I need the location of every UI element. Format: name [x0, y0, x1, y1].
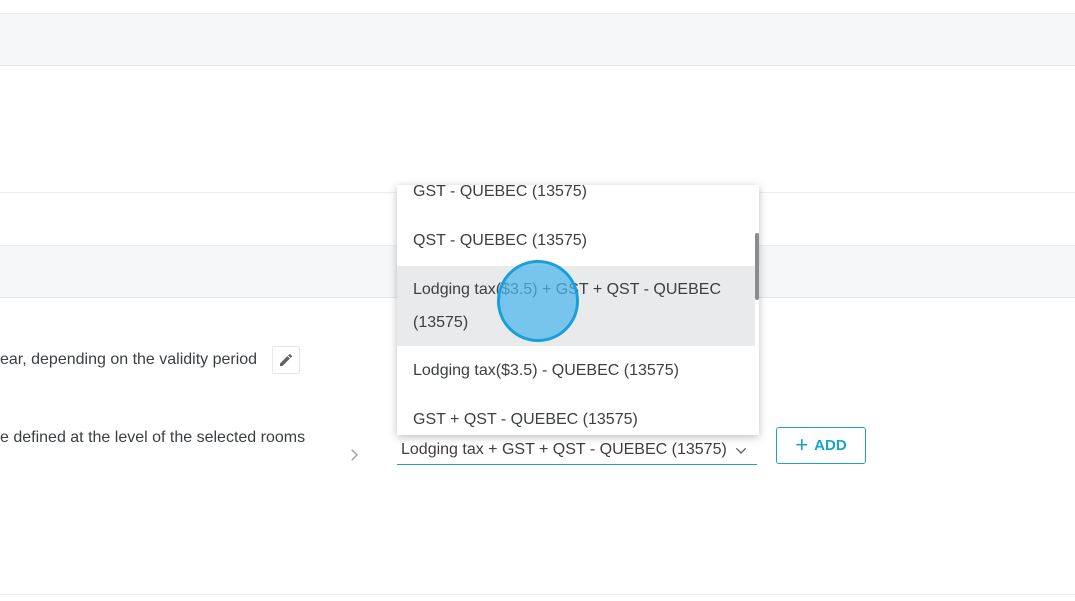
- plus-icon: +: [795, 431, 809, 457]
- tax-select[interactable]: Lodging tax + GST + QST - QUEBEC (13575): [397, 434, 757, 465]
- dropdown-option[interactable]: QST - QUEBEC (13575): [397, 217, 755, 265]
- edit-button[interactable]: [272, 346, 300, 374]
- validity-period-text: ear, depending on the validity period: [0, 351, 258, 368]
- dropdown-scrollbar[interactable]: [755, 233, 759, 300]
- chevron-right-icon[interactable]: [345, 446, 363, 464]
- dropdown-option[interactable]: GST + QST - QUEBEC (13575): [397, 396, 755, 435]
- dropdown-option[interactable]: Lodging tax($3.5) - QUEBEC (13575): [397, 347, 755, 395]
- tax-select-value: Lodging tax + GST + QST - QUEBEC (13575): [401, 441, 727, 458]
- bottom-divider: [0, 594, 1075, 595]
- add-button-label: ADD: [814, 437, 847, 454]
- click-indicator: [497, 260, 579, 342]
- add-button[interactable]: + ADD: [776, 427, 866, 464]
- chevron-down-icon: [735, 447, 747, 454]
- dropdown-option[interactable]: GST - QUEBEC (13575): [397, 185, 755, 209]
- rooms-level-text: e defined at the level of the selected r…: [0, 429, 306, 446]
- top-header-band: [0, 13, 1075, 66]
- pencil-icon: [280, 353, 293, 366]
